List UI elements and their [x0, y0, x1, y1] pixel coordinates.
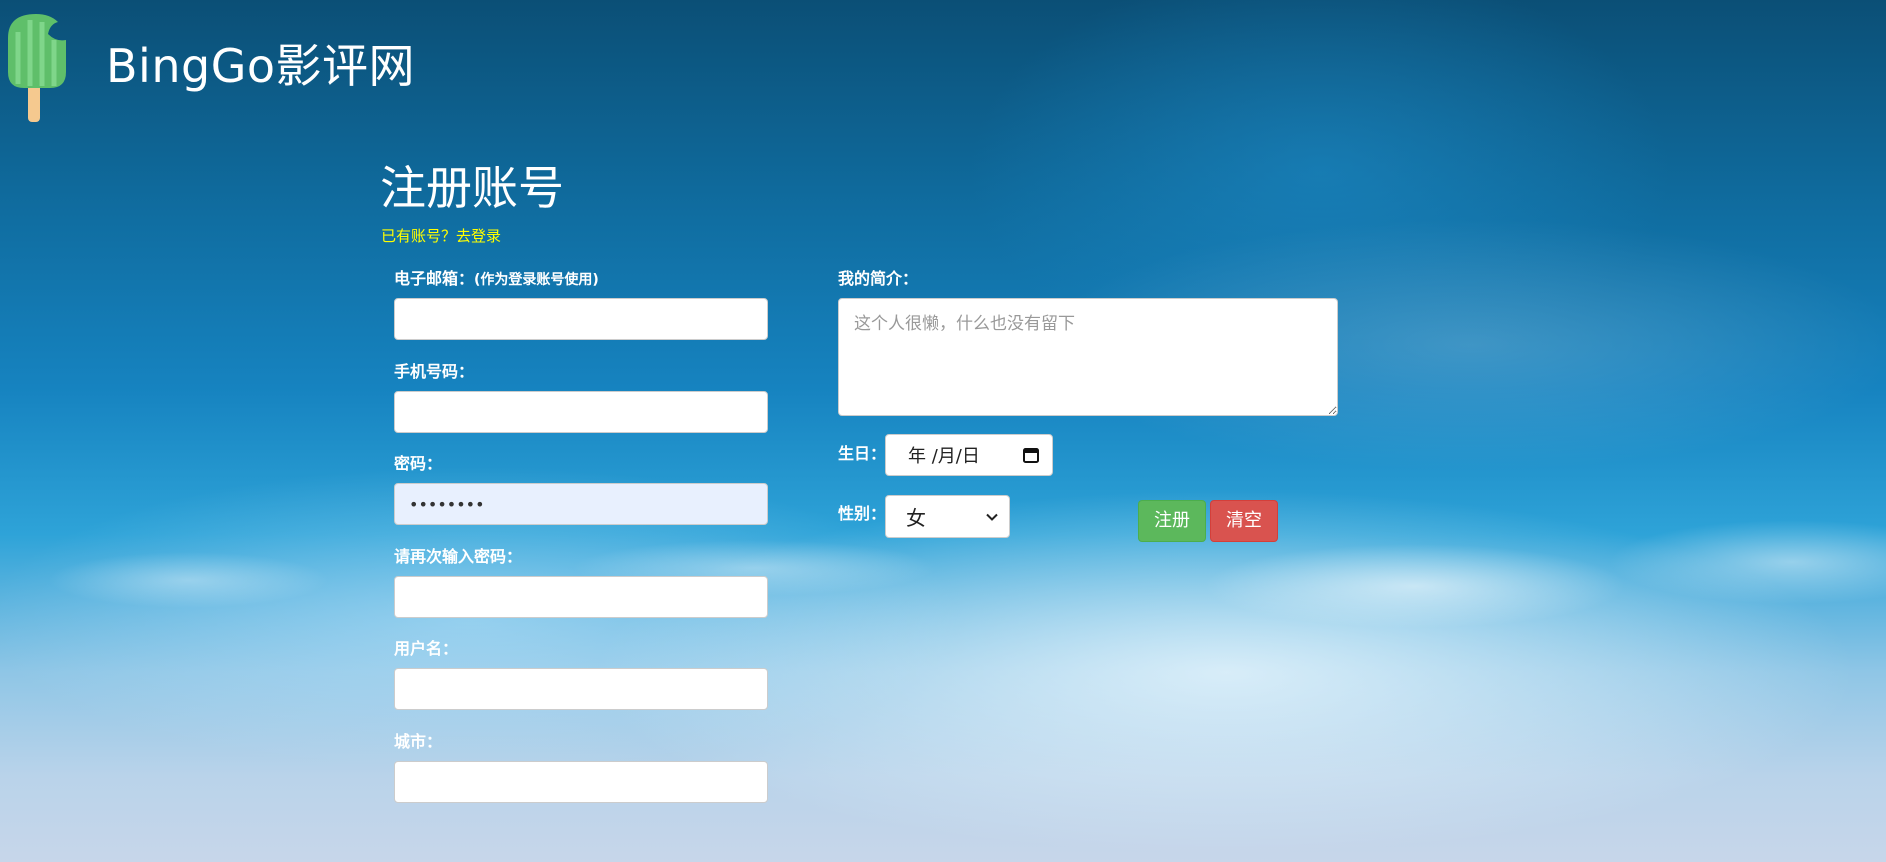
password-label: 密码：	[394, 454, 443, 473]
username-label: 用户名：	[394, 639, 459, 658]
chevron-down-icon	[986, 513, 998, 521]
clear-button[interactable]: 清空	[1210, 500, 1278, 542]
gender-label: 性别：	[838, 504, 887, 523]
city-input[interactable]	[394, 761, 768, 803]
email-hint: (作为登录账号使用)	[474, 272, 599, 288]
background-ocean-foam	[0, 520, 1886, 640]
birthday-label: 生日：	[838, 444, 887, 463]
phone-label: 手机号码：	[394, 362, 475, 381]
birthday-value: 年 /月/日	[908, 446, 980, 467]
calendar-icon[interactable]	[1022, 446, 1040, 464]
password-input[interactable]	[394, 483, 768, 525]
popsicle-icon	[8, 14, 66, 122]
birthday-date-input[interactable]: 年 /月/日	[885, 434, 1053, 476]
register-button[interactable]: 注册	[1138, 500, 1206, 542]
site-brand[interactable]: BingGo影评网	[106, 38, 415, 94]
phone-input[interactable]	[394, 391, 768, 433]
bio-label: 我的简介：	[838, 269, 919, 288]
email-input[interactable]	[394, 298, 768, 340]
gender-select[interactable]: 女	[885, 495, 1010, 538]
confirm-password-label: 请再次输入密码：	[394, 547, 523, 566]
bio-textarea[interactable]	[838, 298, 1338, 416]
page-title: 注册账号	[380, 161, 564, 215]
email-label: 电子邮箱：(作为登录账号使用)	[394, 268, 599, 291]
gender-selected-value: 女	[906, 506, 926, 530]
login-link[interactable]: 已有账号？去登录	[381, 225, 501, 247]
confirm-password-input[interactable]	[394, 576, 768, 618]
email-label-text: 电子邮箱：	[394, 269, 475, 288]
username-input[interactable]	[394, 668, 768, 710]
city-label: 城市：	[394, 732, 443, 751]
